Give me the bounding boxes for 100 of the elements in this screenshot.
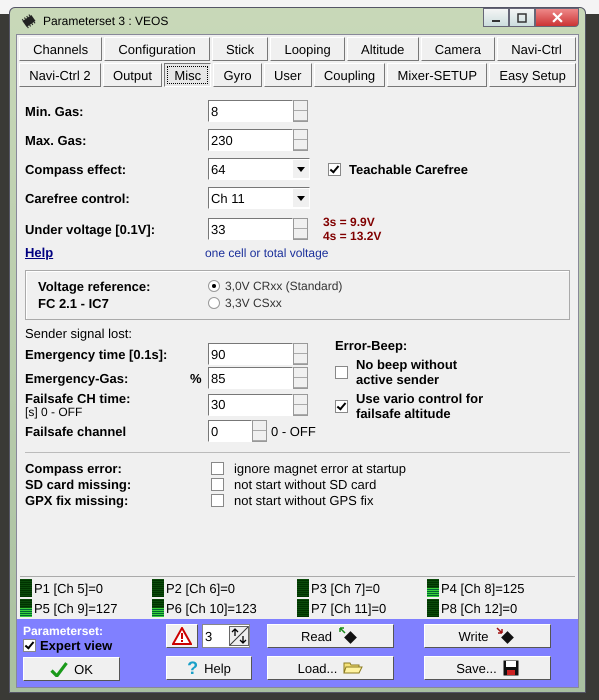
maximize-icon <box>517 12 527 22</box>
checkbox[interactable] <box>328 162 341 176</box>
checkbox-label: Use vario control for failsafe altitude <box>356 391 484 421</box>
checkbox-label: Expert view <box>40 638 112 653</box>
field-label: Failsafe channel <box>25 424 128 438</box>
voltage-info: 3s = 9.9V <box>323 215 376 229</box>
spin-buttons[interactable] <box>293 218 308 240</box>
group-label: FC 2.1 - IC7 <box>38 296 110 311</box>
close-button[interactable] <box>535 8 579 27</box>
save-button[interactable]: Save... <box>424 656 551 680</box>
tab[interactable]: Mixer-SETUP <box>387 63 488 87</box>
spin-buttons[interactable] <box>293 343 308 365</box>
radio-label: 3,0V CRxx (Standard) <box>225 279 342 293</box>
number-field[interactable]: 230 <box>208 129 293 151</box>
radio-button[interactable] <box>208 297 220 309</box>
checkbox[interactable] <box>335 400 348 412</box>
field-label: Max. Gas: <box>25 132 88 148</box>
checkbox-label: not start without SD card <box>234 477 376 492</box>
parameterset-number-field[interactable]: 3 <box>202 624 250 648</box>
tab[interactable]: User <box>264 63 312 87</box>
number-field[interactable]: 90 <box>208 343 293 365</box>
field-label: Compass error: <box>25 461 123 476</box>
meter-label: P4 [Ch 8]=125 <box>441 580 524 596</box>
dropdown[interactable]: 64 <box>208 158 310 180</box>
dropdown-arrow-icon <box>297 166 305 172</box>
close-icon <box>552 12 562 23</box>
checkmark-icon <box>50 662 68 676</box>
voltage-info: 4s = 13.2V <box>323 229 382 243</box>
field-label: Emergency-Gas: <box>25 370 130 386</box>
field-label: Compass effect: <box>25 162 128 176</box>
meter-label: P2 [Ch 6]=0 <box>166 580 236 596</box>
maximize-button[interactable] <box>509 8 535 27</box>
warning-icon <box>172 627 192 645</box>
checkbox-label: not start without GPS fix <box>234 493 374 508</box>
group-label: Voltage reference: <box>38 279 152 294</box>
field-label: Failsafe CH time: <box>25 391 132 406</box>
dropdown[interactable]: Ch 11 <box>208 187 310 209</box>
meter-label: P1 [Ch 5]=0 <box>34 580 104 596</box>
field-suffix: 0 - OFF <box>271 424 316 438</box>
dropdown-arrow-icon <box>297 196 305 200</box>
tab[interactable]: Configuration <box>104 37 210 61</box>
field-note: [s] 0 - OFF <box>25 406 84 418</box>
field-label: Under voltage [0.1V]: <box>25 222 156 236</box>
meter-label: P5 [Ch 9]=127 <box>34 600 118 616</box>
number-field[interactable]: 30 <box>208 394 293 416</box>
write-button[interactable]: Write <box>424 624 551 648</box>
checkbox[interactable] <box>23 639 36 652</box>
spin-buttons[interactable] <box>252 420 267 442</box>
spin-buttons[interactable] <box>293 394 308 416</box>
tab[interactable]: Gyro <box>213 63 262 87</box>
tab[interactable]: Navi-Ctrl 2 <box>19 63 101 87</box>
chip-icon <box>20 12 38 30</box>
number-field[interactable]: 0 <box>208 420 252 442</box>
section-heading: Sender signal lost: <box>25 326 133 341</box>
unit-label: % <box>190 370 203 386</box>
spin-buttons[interactable] <box>293 129 308 151</box>
checkbox[interactable] <box>211 494 224 507</box>
tab[interactable]: Camera <box>420 37 496 61</box>
checkbox-label: ignore magnet error at startup <box>234 461 406 476</box>
ok-button[interactable]: OK <box>23 657 120 681</box>
checkbox[interactable] <box>211 478 224 491</box>
field-label: Emergency time [0.1s]: <box>25 346 168 362</box>
read-button[interactable]: Read <box>267 624 394 648</box>
tab[interactable]: Looping <box>270 37 345 61</box>
meter-label: P6 [Ch 10]=123 <box>166 600 257 616</box>
checkbox-label: Teachable Carefree <box>349 162 468 176</box>
number-field[interactable]: 33 <box>208 218 293 240</box>
tab[interactable]: Altitude <box>346 37 419 61</box>
help-button[interactable]: ? Help <box>166 656 252 680</box>
help-link[interactable]: Help <box>25 245 205 260</box>
meter-label: P7 [Ch 11]=0 <box>311 600 386 616</box>
field-label: Min. Gas: <box>25 104 85 118</box>
tab[interactable]: Coupling <box>314 63 386 87</box>
number-field[interactable]: 8 <box>208 100 293 122</box>
radio-button[interactable] <box>208 280 220 292</box>
number-field[interactable]: 85 <box>208 367 293 389</box>
radio-label: 3,3V CSxx <box>225 296 282 310</box>
tab[interactable]: Channels <box>19 37 102 61</box>
warning-button[interactable] <box>166 624 198 648</box>
folder-icon <box>343 661 364 675</box>
field-label: SD card missing: <box>25 477 132 492</box>
meter-label: P3 [Ch 7]=0 <box>311 580 380 596</box>
field-label: GPX fix missing: <box>25 493 130 508</box>
checkbox-label: No beep without active sender <box>356 357 458 387</box>
up-down-arrows-icon[interactable] <box>229 626 249 646</box>
tab[interactable]: Stick <box>212 37 268 61</box>
section-heading: Error-Beep: <box>335 338 408 353</box>
tab[interactable]: Easy Setup <box>489 63 576 87</box>
tab[interactable]: Navi-Ctrl <box>497 37 576 61</box>
checkbox[interactable] <box>335 366 348 378</box>
load-button[interactable]: Load... <box>267 656 394 680</box>
parameterset-label: Parameterset: <box>23 624 104 638</box>
tab[interactable]: Output <box>102 63 162 87</box>
spin-buttons[interactable] <box>293 367 308 389</box>
field-label: Carefree control: <box>25 190 131 206</box>
minimize-button[interactable] <box>483 8 509 27</box>
meter-label: P8 [Ch 12]=0 <box>441 600 518 616</box>
checkbox[interactable] <box>211 462 224 475</box>
spin-buttons[interactable] <box>293 100 308 122</box>
tab[interactable]: Misc <box>164 63 212 87</box>
